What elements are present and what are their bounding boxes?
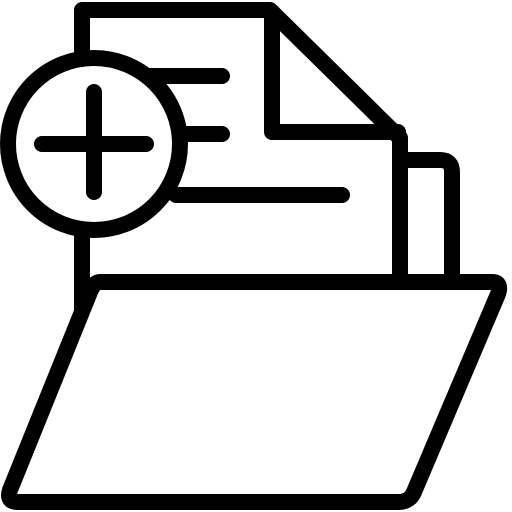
icon-canvas bbox=[0, 0, 512, 512]
add-file-to-folder-icon bbox=[0, 2, 508, 510]
folder-front-flap bbox=[1, 274, 508, 510]
